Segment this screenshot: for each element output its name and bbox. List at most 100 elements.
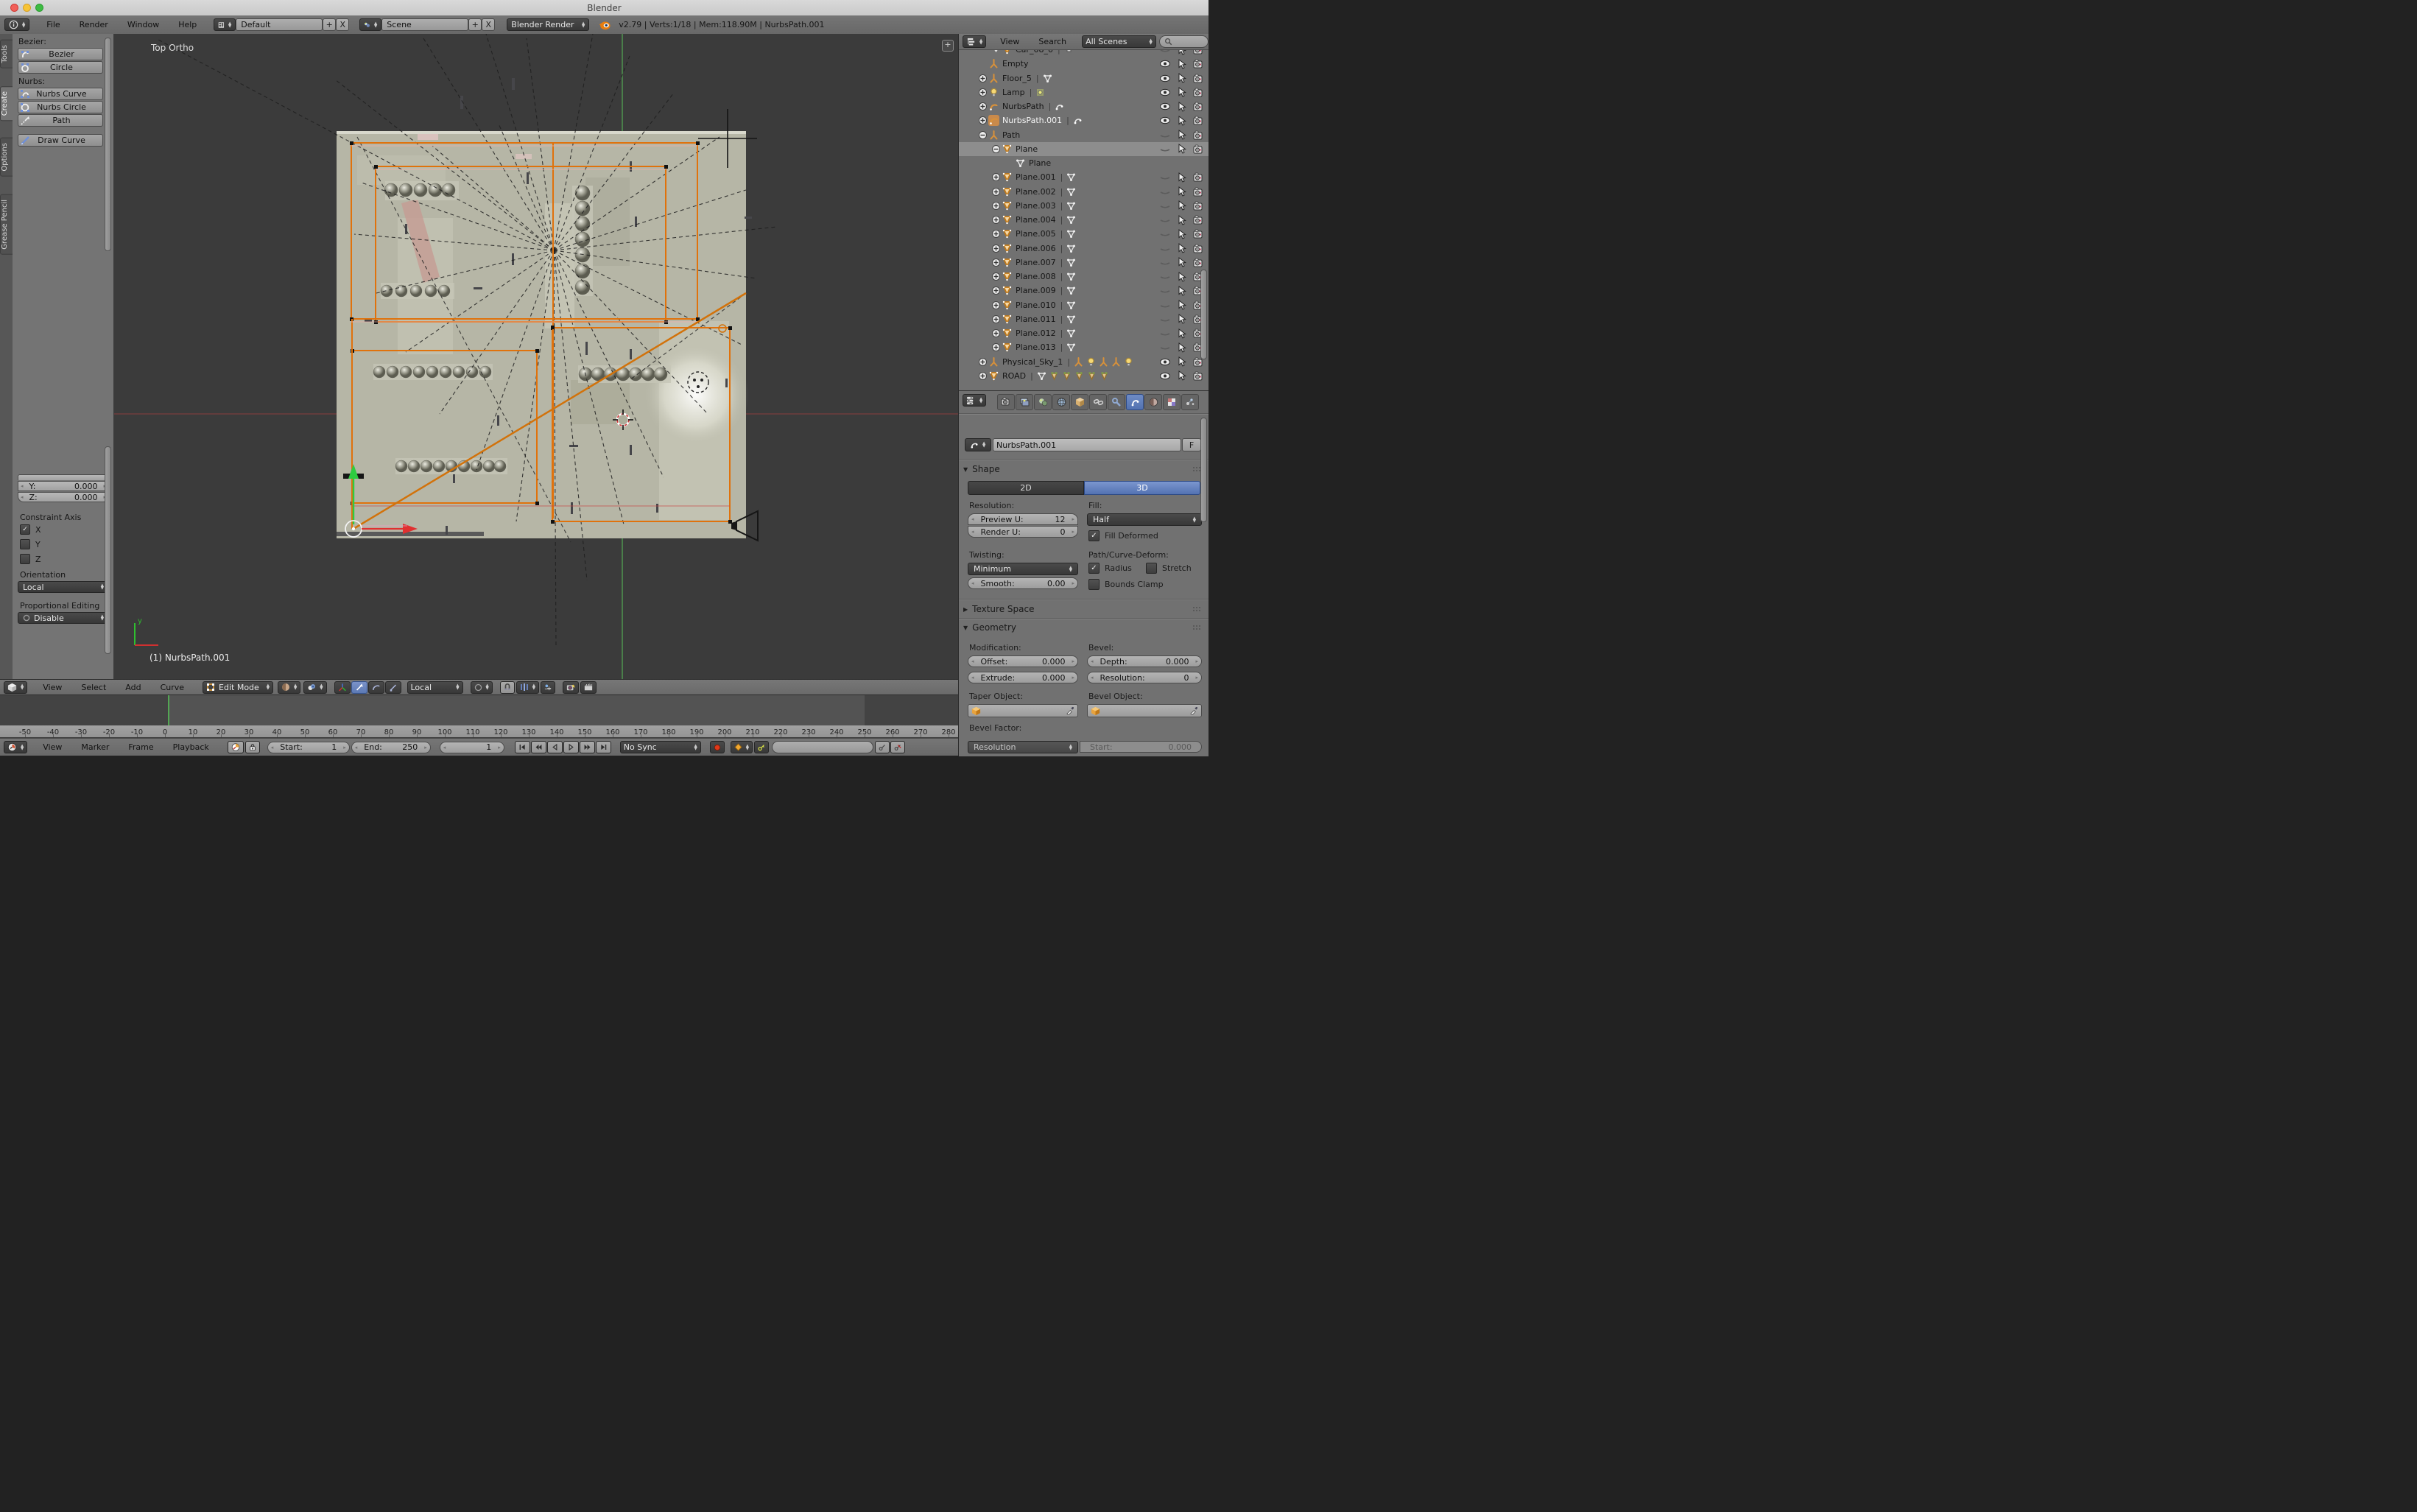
add-scene-button[interactable]: +: [468, 18, 482, 31]
jump-to-start-button[interactable]: [515, 741, 530, 753]
renderability-camera-icon[interactable]: [1193, 130, 1204, 140]
renderability-camera-icon[interactable]: [1193, 59, 1204, 68]
expander-plus-icon[interactable]: [991, 187, 1002, 197]
expander-plus-icon[interactable]: [978, 102, 988, 111]
selectability-cursor-icon[interactable]: [1178, 257, 1186, 267]
editor-type-properties-button[interactable]: ▲▼: [963, 394, 986, 407]
bevel-object-field[interactable]: [1087, 704, 1202, 717]
toolshelf-tab-options[interactable]: Options: [0, 138, 13, 177]
visibility-eye-icon[interactable]: [1159, 371, 1171, 381]
toolshelf-scrollbar[interactable]: [105, 38, 111, 251]
fake-user-button[interactable]: F: [1182, 438, 1201, 451]
editor-type-outliner-button[interactable]: ▲▼: [963, 35, 986, 48]
tool-button-bezier[interactable]: Bezier: [18, 48, 103, 60]
selectability-cursor-icon[interactable]: [1178, 342, 1186, 353]
transform-orientation-select[interactable]: Local ▲▼: [407, 681, 463, 694]
viewport-shading-select[interactable]: ▲▼: [278, 681, 300, 694]
geometry-panel-header[interactable]: ▼Geometry: [963, 622, 1016, 633]
playback-range-toggle[interactable]: [228, 741, 244, 753]
editor-type-info-button[interactable]: ▲▼: [4, 18, 29, 31]
outliner-menu-view[interactable]: View: [991, 37, 1029, 46]
selectability-cursor-icon[interactable]: [1178, 356, 1186, 367]
opengl-render-button[interactable]: [563, 681, 579, 694]
preview-u-field[interactable]: ◂Preview U:12▸: [968, 513, 1078, 525]
tool-button-path[interactable]: Path: [18, 114, 103, 127]
expander-plus-icon[interactable]: [991, 258, 1002, 267]
expander-minus-icon[interactable]: [991, 144, 1002, 154]
selectability-cursor-icon[interactable]: [1178, 314, 1186, 324]
selectability-cursor-icon[interactable]: [1178, 102, 1186, 112]
expander-plus-icon[interactable]: [991, 229, 1002, 239]
visibility-eye-icon[interactable]: [1159, 88, 1171, 97]
properties-tab-modifiers[interactable]: [1108, 394, 1125, 410]
visibility-eye-icon[interactable]: [1159, 172, 1171, 182]
expander-plus-icon[interactable]: [978, 88, 988, 97]
outliner-row-path[interactable]: Path: [959, 128, 1208, 142]
properties-tab-texture[interactable]: [1163, 394, 1181, 410]
visibility-eye-icon[interactable]: [1159, 59, 1171, 68]
outliner-row-plane[interactable]: Plane: [959, 156, 1208, 170]
visibility-eye-icon[interactable]: [1159, 342, 1171, 352]
bounds-clamp-checkbox[interactable]: Bounds Clamp: [1088, 579, 1164, 590]
editor-type-timeline-button[interactable]: ▲▼: [4, 741, 27, 753]
outliner-row-plane-007[interactable]: Plane.007|: [959, 256, 1208, 270]
tool-button-draw-curve[interactable]: Draw Curve: [18, 134, 103, 147]
outliner-row-plane-011[interactable]: Plane.011|: [959, 312, 1208, 326]
visibility-eye-icon[interactable]: [1159, 300, 1171, 310]
visibility-eye-icon[interactable]: [1159, 50, 1171, 54]
properties-tab-scene[interactable]: [1034, 394, 1052, 410]
constraint-x-checkbox[interactable]: ✓X: [20, 524, 41, 535]
stretch-checkbox[interactable]: Stretch: [1146, 563, 1192, 574]
selectability-cursor-icon[interactable]: [1178, 87, 1186, 97]
renderability-camera-icon[interactable]: [1193, 144, 1204, 154]
outliner-row-plane-008[interactable]: Plane.008|: [959, 270, 1208, 284]
outliner-row-plane-004[interactable]: Plane.004|: [959, 213, 1208, 227]
expander-plus-icon[interactable]: [991, 201, 1002, 211]
operator-y-field[interactable]: ◂Y:0.000▸: [18, 481, 109, 491]
outliner-row-plane-006[interactable]: Plane.006|: [959, 242, 1208, 256]
manipulator-rotate-button[interactable]: [368, 681, 384, 694]
close-layout-button[interactable]: X: [336, 18, 349, 31]
lock-range-toggle[interactable]: [245, 741, 260, 753]
properties-tab-render-layers[interactable]: [1016, 394, 1033, 410]
properties-tab-particles[interactable]: [1181, 394, 1199, 410]
renderability-camera-icon[interactable]: [1193, 371, 1204, 381]
close-scene-button[interactable]: X: [482, 18, 495, 31]
screen-layout-field[interactable]: Default: [236, 18, 323, 31]
outliner-row-plane-001[interactable]: Plane.001|: [959, 170, 1208, 184]
visibility-eye-icon[interactable]: [1159, 357, 1171, 367]
record-button[interactable]: [710, 741, 725, 753]
twist-method-select[interactable]: Minimum▲▼: [968, 563, 1078, 575]
properties-tab-data[interactable]: [1126, 394, 1144, 410]
renderability-camera-icon[interactable]: [1193, 116, 1204, 125]
expander-plus-icon[interactable]: [978, 116, 988, 125]
expander-plus-icon[interactable]: [991, 328, 1002, 338]
tool-button-circle[interactable]: Circle: [18, 61, 103, 74]
viewport-menu-view[interactable]: View: [33, 683, 71, 692]
opengl-render-anim-button[interactable]: [580, 681, 597, 694]
bevel-depth-field[interactable]: ◂Depth:0.000▸: [1087, 655, 1202, 667]
renderability-camera-icon[interactable]: [1193, 187, 1204, 197]
selectability-cursor-icon[interactable]: [1178, 370, 1186, 381]
renderability-camera-icon[interactable]: [1193, 74, 1204, 83]
snap-toggle-button[interactable]: [500, 681, 515, 694]
outliner-row-plane-005[interactable]: Plane.005|: [959, 227, 1208, 241]
outliner-row-plane-012[interactable]: Plane.012|: [959, 326, 1208, 340]
outliner-row-plane-010[interactable]: Plane.010|: [959, 298, 1208, 312]
operator-x-field-partial[interactable]: [18, 474, 109, 480]
selectability-cursor-icon[interactable]: [1178, 172, 1186, 183]
properties-scrollbar[interactable]: [1200, 418, 1207, 522]
outliner-row-plane-013[interactable]: Plane.013|: [959, 340, 1208, 354]
outliner-row-plane-002[interactable]: Plane.002|: [959, 185, 1208, 199]
outliner-row-nurbspath[interactable]: NurbsPath|: [959, 99, 1208, 113]
expander-plus-icon[interactable]: [991, 244, 1002, 253]
insert-keyframes-button[interactable]: [875, 741, 890, 753]
timeline-menu-playback[interactable]: Playback: [163, 742, 219, 752]
visibility-eye-icon[interactable]: [1159, 116, 1171, 125]
expander-plus-icon[interactable]: [978, 371, 988, 381]
outliner-filter-select[interactable]: All Scenes ▲▼: [1082, 35, 1156, 48]
toolshelf-tab-create[interactable]: Create: [0, 86, 13, 121]
active-keying-set-field[interactable]: [772, 741, 873, 753]
viewport-menu-add[interactable]: Add: [116, 683, 150, 692]
expander-plus-icon[interactable]: [991, 342, 1002, 352]
